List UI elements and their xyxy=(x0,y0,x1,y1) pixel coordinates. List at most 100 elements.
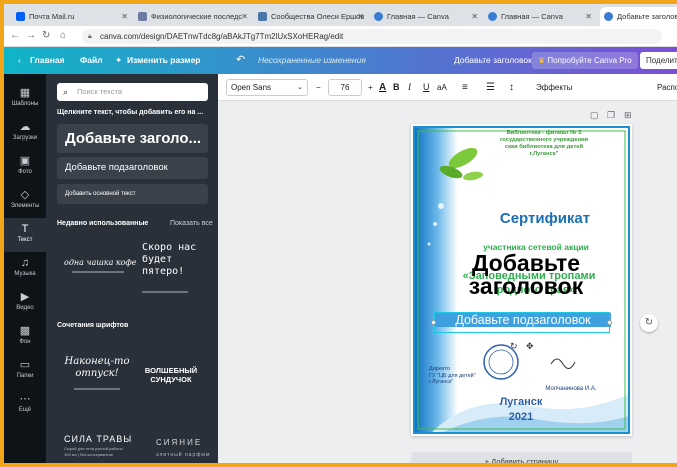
page-icon xyxy=(138,12,147,21)
add-page-icon[interactable]: ⊞ xyxy=(624,110,632,121)
browser-tab-active[interactable]: Добавьте заголовок - xyxy=(600,7,677,26)
rail-label: Элементы xyxy=(10,203,40,209)
undo-icon[interactable]: ↶ xyxy=(236,47,245,74)
duplicate-page-icon[interactable]: ❐ xyxy=(607,110,615,121)
browser-tab[interactable]: Физиологические последс ✕ xyxy=(134,7,252,26)
list-icon[interactable]: ☰ xyxy=(486,74,495,101)
rail-item-elements[interactable]: ◇ Элементы xyxy=(4,184,46,218)
rail-item-folders[interactable]: ▭ Папки xyxy=(4,354,46,388)
add-subheading-button[interactable]: Добавьте подзаголовок xyxy=(57,157,208,179)
font-sample[interactable]: СИЛА ТРАВЫ xyxy=(64,434,132,444)
certificate-header[interactable]: Библиотека - филиал № 3 государственного… xyxy=(469,130,619,158)
resize-button[interactable]: Изменить размер xyxy=(127,47,201,74)
font-size-decrease[interactable]: − xyxy=(316,74,321,101)
resize-handle[interactable] xyxy=(607,320,612,325)
search-icon: ⌕ xyxy=(63,87,69,97)
font-sample[interactable]: Наконец-то отпуск! xyxy=(62,356,132,380)
align-center-icon[interactable]: ≡ xyxy=(462,74,468,101)
underline-icon[interactable]: U xyxy=(423,74,430,101)
forward-icon[interactable]: → xyxy=(26,30,36,41)
position-button[interactable]: Располо xyxy=(657,74,677,101)
certificate-title[interactable]: Сертификат xyxy=(471,210,619,227)
url-field[interactable]: 🔒︎ canva.com/design/DAETnwTdc8g/aBAkJTg7… xyxy=(82,29,662,44)
canva-icon xyxy=(374,12,383,21)
share-button[interactable]: Поделить xyxy=(640,52,677,69)
rail-item-templates[interactable]: ▦ Шаблоны xyxy=(4,82,46,116)
font-size-input[interactable]: 76 xyxy=(328,79,362,96)
text-panel: ⌕ Поиск текста Щелкните текст, чтобы доб… xyxy=(46,74,218,463)
font-size-increase[interactable]: + xyxy=(368,74,373,101)
vk-icon xyxy=(258,12,267,21)
pro-label: Попробуйте Canva Pro xyxy=(547,56,632,65)
move-icon[interactable]: ✥ xyxy=(526,341,534,352)
rail-item-uploads[interactable]: ☁ Загрузки xyxy=(4,116,46,150)
rail-label: Ещё xyxy=(18,407,32,413)
canva-icon xyxy=(488,12,497,21)
letter-case-icon[interactable]: aA xyxy=(437,74,447,101)
home-button[interactable]: Главная xyxy=(30,47,65,74)
rotate-icon[interactable]: ↻ xyxy=(510,341,518,352)
year-text[interactable]: 2021 xyxy=(471,411,571,423)
combos-section-title: Сочетания шрифтов xyxy=(57,322,129,329)
cloud-icon: ☁ xyxy=(19,121,31,133)
more-icon: ⋯ xyxy=(19,393,31,405)
font-select[interactable]: Open Sans ⌄ xyxy=(226,79,308,96)
refresh-icon[interactable]: ↻ xyxy=(640,314,658,332)
font-sample[interactable]: СИЯНИЕ xyxy=(156,438,202,447)
reload-icon[interactable]: ↻ xyxy=(42,30,50,41)
rail-item-music[interactable]: ♫ Музыка xyxy=(4,252,46,286)
add-body-button[interactable]: Добавить основной текст xyxy=(57,184,208,204)
browser-tab[interactable]: Главная — Canva ✕ xyxy=(484,7,596,26)
resize-handle[interactable] xyxy=(431,320,436,325)
sparkle-icon: ✦ xyxy=(115,55,123,65)
add-page-button[interactable]: + Добавить страницу xyxy=(411,452,632,463)
close-icon[interactable]: ✕ xyxy=(357,12,364,21)
browser-tab[interactable]: Почта Mail.ru ✕ xyxy=(12,7,132,26)
font-sample[interactable]: одна чашка кофе xyxy=(64,258,136,267)
close-icon[interactable]: ✕ xyxy=(121,12,128,21)
browser-tab[interactable]: Главная — Canva ✕ xyxy=(370,7,482,26)
text-color-icon[interactable]: A xyxy=(379,74,386,101)
back-icon[interactable]: ← xyxy=(10,30,20,41)
effects-button[interactable]: Эффекты xyxy=(536,74,572,101)
rail-label: Музыка xyxy=(14,271,36,277)
tab-title: Сообщества Олеси Ершов xyxy=(271,12,365,21)
screen-frame: Почта Mail.ru ✕ Физиологические последс … xyxy=(0,0,677,467)
browser-tab[interactable]: Сообщества Олеси Ершов ✕ xyxy=(254,7,368,26)
city-text[interactable]: Луганск xyxy=(471,396,571,408)
close-icon[interactable]: ✕ xyxy=(241,12,248,21)
rail-label: Загрузки xyxy=(12,135,38,141)
note-icon[interactable]: ▢ xyxy=(590,110,599,121)
spacing-icon[interactable]: ↕ xyxy=(509,74,514,101)
chevron-down-icon: ⌄ xyxy=(297,84,303,91)
design-page[interactable]: Библиотека - филиал № 3 государственного… xyxy=(411,124,632,436)
signer-text[interactable]: Молчанинова И.А. xyxy=(531,386,611,392)
italic-icon[interactable]: I xyxy=(408,74,411,101)
browser-tab-bar: Почта Mail.ru ✕ Физиологические последс … xyxy=(4,4,677,26)
rail-item-text[interactable]: T Текст xyxy=(4,218,46,252)
rail-item-photos[interactable]: ▣ Фото xyxy=(4,150,46,184)
font-sample[interactable]: Скоро нас будет пятеро! xyxy=(142,242,204,278)
address-bar: ← → ↻ ⌂ 🔒︎ canva.com/design/DAETnwTdc8g/… xyxy=(4,26,677,47)
font-sample[interactable]: ВОЛШЕБНЫЙ СУНДУЧОК xyxy=(140,366,202,384)
add-heading-button[interactable]: Добавьте заголо... xyxy=(57,124,208,153)
rail-label: Видео xyxy=(16,305,34,311)
rail-item-more[interactable]: ⋯ Ещё xyxy=(4,388,46,422)
format-toolbar: Open Sans ⌄ − 76 + A B I U aA ≡ ☰ ↕ Эффе… xyxy=(218,74,677,101)
chevron-left-icon[interactable]: ‹ xyxy=(18,47,21,74)
sample-detail-line xyxy=(72,271,124,273)
file-menu[interactable]: Файл xyxy=(80,47,103,74)
design-title[interactable]: Добавьте заголовок xyxy=(454,47,532,74)
search-input[interactable]: ⌕ Поиск текста xyxy=(57,83,208,101)
rail-item-video[interactable]: ▶ Видео xyxy=(4,286,46,320)
close-icon[interactable]: ✕ xyxy=(471,12,478,21)
selection-box xyxy=(434,312,610,333)
try-pro-button[interactable]: ♛ Попробуйте Canva Pro xyxy=(532,52,638,69)
rail-item-background[interactable]: ▩ Фон xyxy=(4,320,46,354)
close-icon[interactable]: ✕ xyxy=(585,12,592,21)
show-all-link[interactable]: Показать все xyxy=(170,220,213,227)
home-icon[interactable]: ⌂ xyxy=(60,30,66,41)
director-text[interactable]: Директо ГУ "ЦБ для детей" г.Луганск" xyxy=(429,366,499,386)
bold-icon[interactable]: B xyxy=(393,74,400,101)
heading-text[interactable]: Добавьте заголовок xyxy=(431,252,621,298)
